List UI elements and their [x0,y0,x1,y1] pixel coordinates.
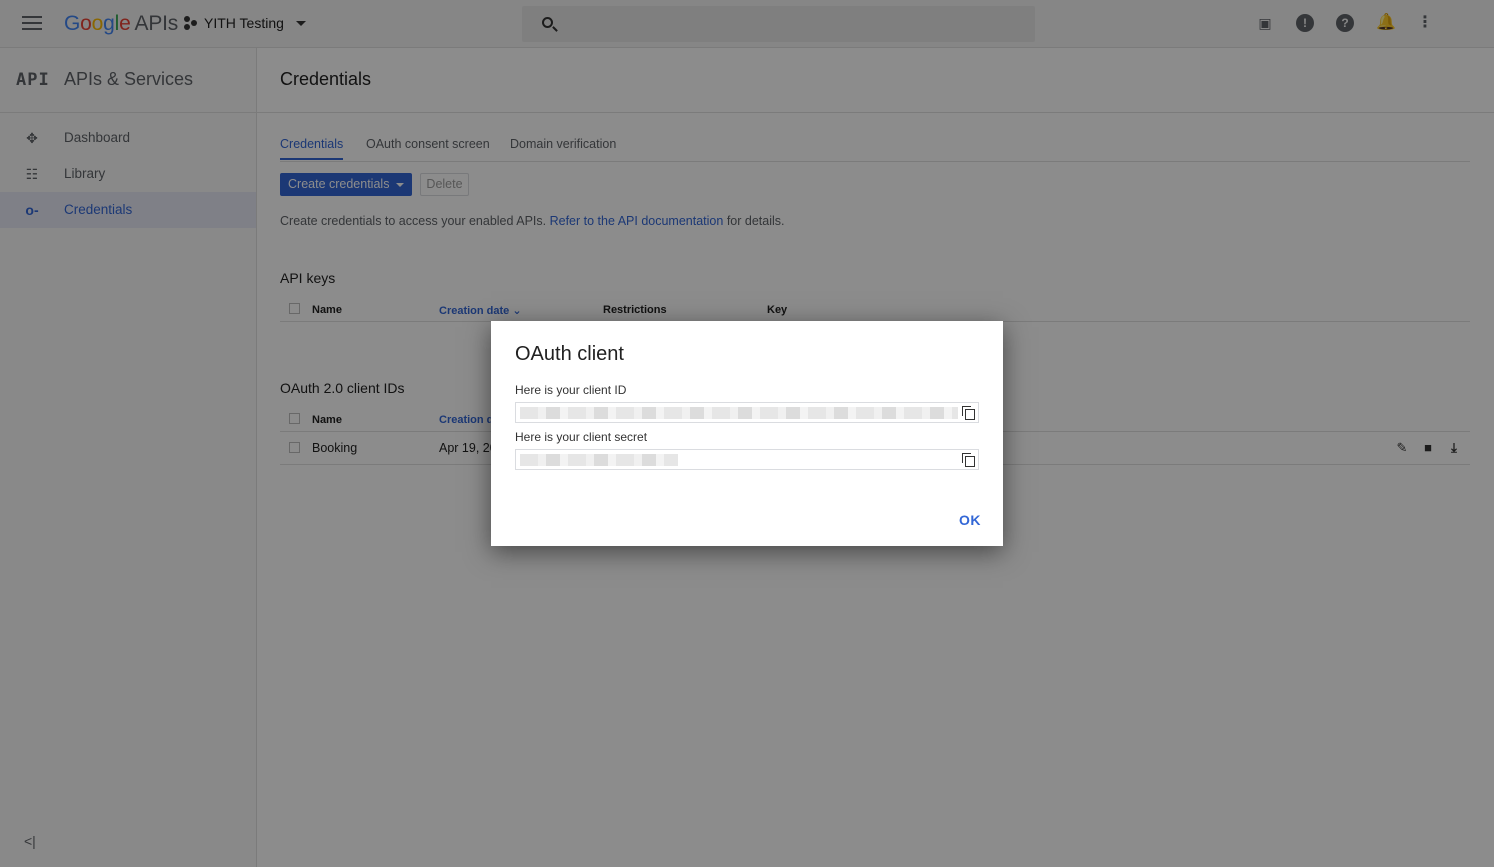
client-secret-label: Here is your client secret [515,430,648,444]
copy-icon[interactable] [962,453,975,467]
copy-icon[interactable] [962,406,975,420]
client-secret-field[interactable] [515,449,979,470]
ok-button[interactable]: OK [959,512,981,528]
client-id-label: Here is your client ID [515,383,627,397]
client-id-field[interactable] [515,402,979,423]
oauth-client-dialog: OAuth client Here is your client ID Here… [491,321,1003,546]
redacted-client-secret [520,454,678,466]
dialog-title: OAuth client [515,343,624,365]
redacted-client-id [520,407,958,419]
